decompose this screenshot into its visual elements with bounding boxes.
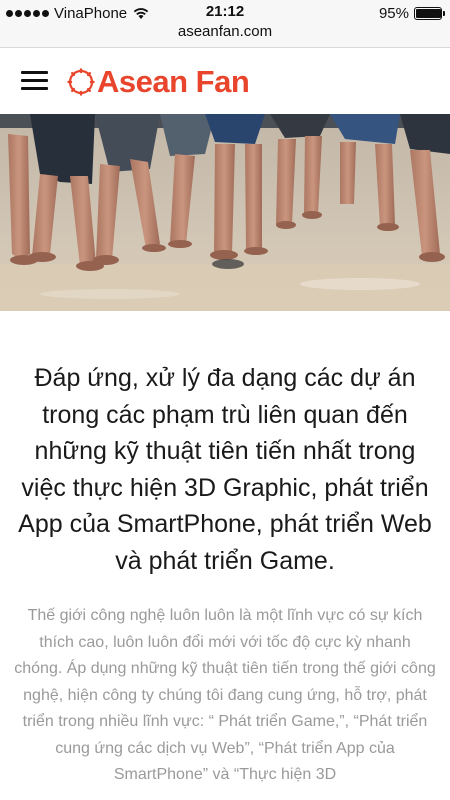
beach-people-legs-photo	[0, 114, 450, 311]
site-header: Asean Fan	[0, 49, 450, 114]
battery-icon	[414, 6, 445, 20]
ios-status-bar: VinaPhone 21:12 95% aseanfan.com	[0, 0, 450, 48]
address-bar-url[interactable]: aseanfan.com	[0, 23, 450, 40]
battery-status: 95%	[378, 4, 445, 22]
hamburger-menu-icon[interactable]	[21, 69, 48, 91]
headline: Đáp ứng, xử lý đa dạng các dự án trong c…	[18, 364, 432, 575]
site-logo[interactable]: Asean Fan	[67, 64, 250, 99]
hero-image	[0, 114, 450, 311]
battery-level-fill	[416, 8, 441, 18]
logo-text: Asean Fan	[97, 64, 250, 99]
logo-ring-icon	[67, 68, 95, 96]
battery-percent: 95%	[378, 4, 409, 22]
body-paragraph: Thế giới công nghệ luôn luôn là một lĩnh…	[14, 607, 436, 783]
